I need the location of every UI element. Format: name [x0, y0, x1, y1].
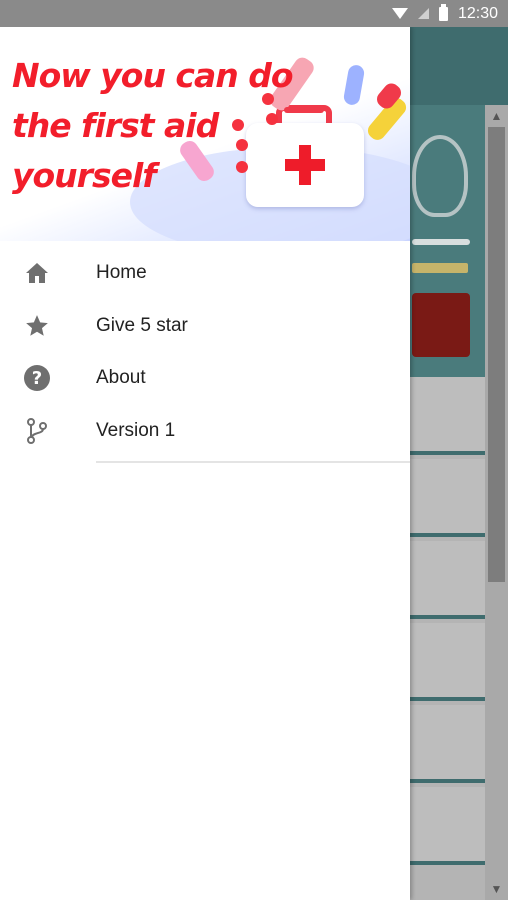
star-icon [24, 313, 50, 339]
scroll-down-arrow-icon[interactable]: ▼ [485, 878, 508, 900]
scroll-up-arrow-icon[interactable]: ▲ [485, 105, 508, 127]
scrollbar[interactable]: ▲ ▼ [485, 105, 508, 900]
banner-headline: Now you can do the first aid yourself [12, 51, 342, 201]
menu-item-about[interactable]: ? About [0, 352, 410, 405]
scrollbar-thumb[interactable] [488, 127, 505, 582]
status-bar: 12:30 [0, 0, 508, 27]
syringe-illustration [412, 263, 468, 273]
thermometer-illustration [412, 239, 470, 245]
drawer-menu: Home Give 5 star ? About Version 1 [0, 247, 410, 457]
medkit-illustration [412, 293, 470, 357]
status-time: 12:30 [457, 4, 498, 22]
cell-signal-icon [417, 8, 429, 19]
home-icon [24, 260, 50, 286]
navigation-drawer: Now you can do the first aid yourself Ho… [0, 27, 410, 900]
capsule-icon [342, 63, 366, 107]
menu-item-home[interactable]: Home [0, 247, 410, 300]
menu-item-label: Version 1 [96, 419, 176, 441]
drawer-header-banner: Now you can do the first aid yourself [0, 27, 410, 241]
oxygen-mask-illustration [412, 135, 468, 217]
headline-line: the first aid [12, 106, 219, 145]
help-icon: ? [24, 365, 50, 392]
headline-line: Now you can do [12, 56, 294, 95]
battery-icon [438, 3, 448, 21]
menu-item-label: Give 5 star [96, 314, 188, 336]
menu-divider [96, 461, 410, 463]
menu-item-version[interactable]: Version 1 [0, 405, 410, 458]
wifi-icon [391, 8, 408, 19]
headline-line: yourself [12, 156, 157, 195]
version-branch-icon [24, 417, 50, 444]
menu-item-label: Home [96, 262, 147, 284]
menu-item-label: About [96, 367, 146, 389]
menu-item-rate[interactable]: Give 5 star [0, 300, 410, 353]
